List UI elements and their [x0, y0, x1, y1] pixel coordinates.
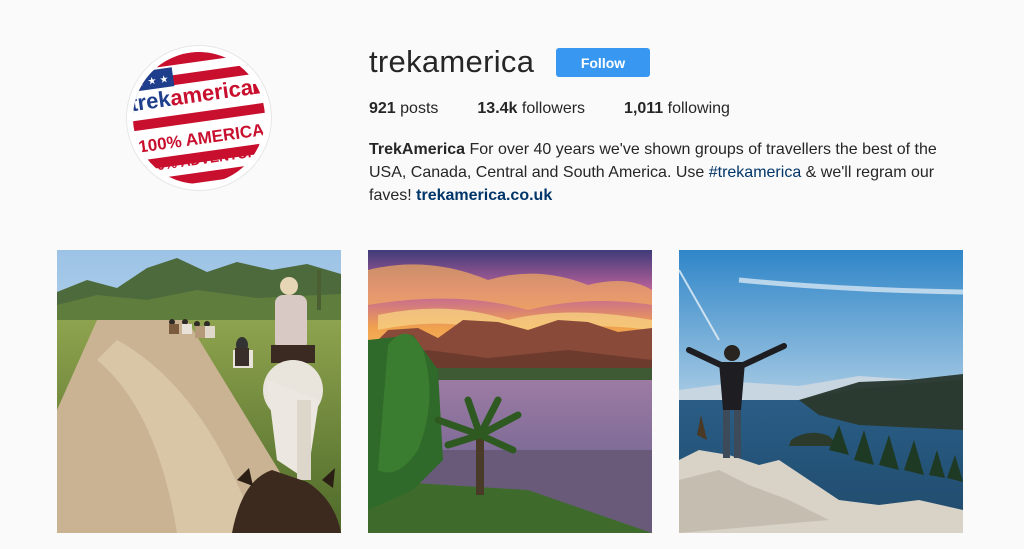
profile-avatar[interactable]: ★ ★ ★ trekamerica 100% AMERICA 100% ADVE…: [127, 46, 271, 190]
follow-button[interactable]: Follow: [556, 48, 650, 77]
posts-label: posts: [400, 100, 439, 117]
followers-label: followers: [521, 100, 586, 117]
followers-count: 13.4k: [477, 100, 518, 117]
bio-website-link[interactable]: trekamerica.co.uk: [416, 187, 552, 204]
following-label: following: [667, 100, 730, 117]
bio-name: TrekAmerica: [369, 141, 466, 158]
sunset-river-photo-icon: [368, 250, 652, 533]
posts-count: 921: [369, 100, 396, 117]
post-thumbnail-1[interactable]: [57, 250, 341, 533]
post-thumbnail-2[interactable]: [368, 250, 652, 533]
horseback-riding-photo-icon: [57, 250, 341, 533]
post-thumbnail-3[interactable]: [679, 250, 963, 533]
bio-hashtag-link[interactable]: #trekamerica: [709, 164, 801, 181]
trekamerica-logo-icon: ★ ★ ★ trekamerica 100% AMERICA 100% ADVE…: [127, 46, 271, 190]
profile-bio: TrekAmerica For over 40 years we've show…: [369, 138, 959, 207]
following-count: 1,011: [624, 100, 664, 117]
lake-overlook-photo-icon: [679, 250, 963, 533]
profile-username: trekamerica: [369, 44, 535, 79]
followers-stat[interactable]: 13.4k followers: [477, 100, 585, 118]
following-stat[interactable]: 1,011 following: [624, 100, 730, 118]
posts-stat: 921 posts: [369, 100, 438, 118]
profile-stats: 921 posts 13.4k followers 1,011 followin…: [369, 100, 769, 118]
